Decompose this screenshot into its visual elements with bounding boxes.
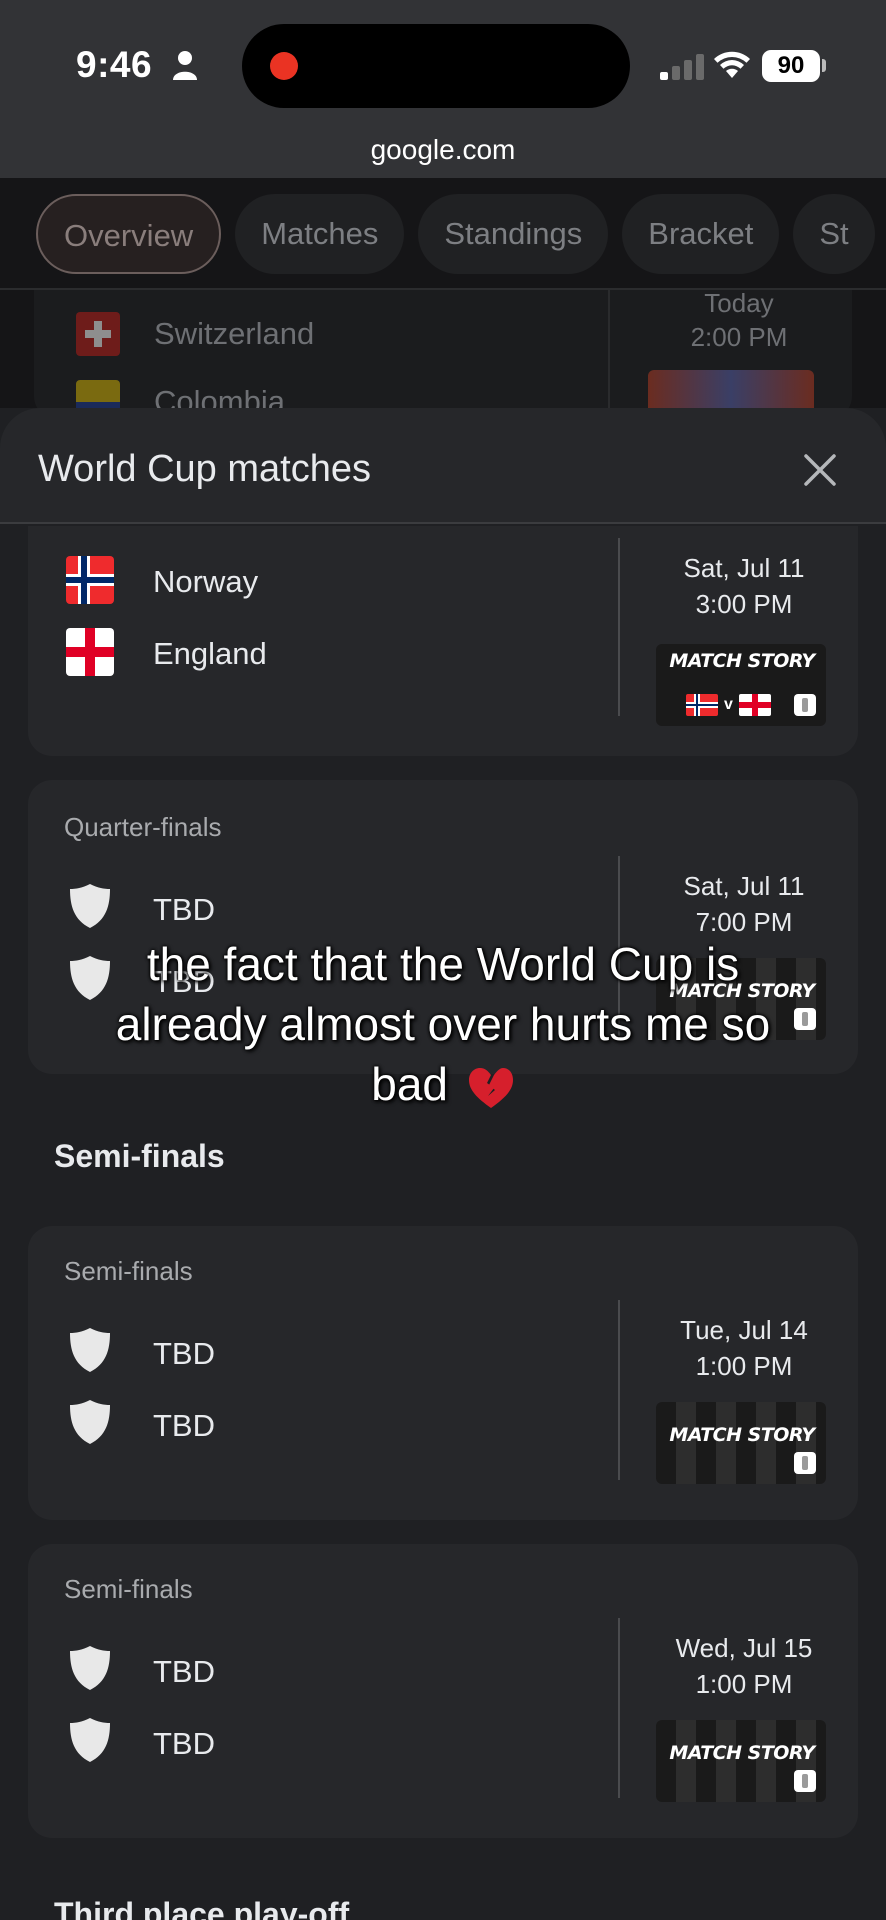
battery-nub: [822, 59, 826, 72]
match-story-thumbnail[interactable]: MATCH STORY v: [656, 644, 826, 726]
close-icon[interactable]: [800, 450, 840, 490]
round-label: Semi-finals: [64, 1256, 193, 1286]
tab-bracket[interactable]: Bracket: [622, 194, 780, 274]
round-label: Semi-finals: [64, 1574, 193, 1604]
norway-flag-icon: [66, 556, 114, 604]
match-time: 2:00 PM: [690, 322, 788, 352]
tab-overview[interactable]: Overview: [36, 194, 222, 274]
norway-flag-icon: [686, 694, 718, 716]
story-icon: [794, 1770, 816, 1792]
round-label: Quarter-finals: [64, 812, 222, 842]
shield-icon: [70, 1646, 110, 1690]
section-heading: Semi-finals: [54, 1138, 225, 1174]
switzerland-flag-icon: [76, 312, 120, 356]
dynamic-island: [242, 24, 630, 108]
tab-standings[interactable]: Standings: [418, 194, 609, 274]
clock: 9:46: [76, 44, 153, 85]
sheet-title: World Cup matches: [38, 448, 371, 490]
match-time: 1:00 PM: [695, 1351, 793, 1381]
story-icon: [794, 694, 816, 716]
matches-sheet: World Cup matches Norway England Sat, Ju…: [0, 408, 886, 1920]
story-icon: [794, 1452, 816, 1474]
match-story-label: MATCH STORY: [669, 1424, 815, 1446]
tab-matches[interactable]: Matches: [235, 194, 405, 274]
person-icon: [173, 51, 197, 80]
wifi-icon: [714, 51, 750, 78]
sheet-header: World Cup matches: [0, 408, 886, 524]
caption-text: the fact that the World Cup is already a…: [115, 938, 771, 1110]
section-heading: Third place play-off: [54, 1896, 350, 1920]
match-card[interactable]: Semi-finals TBD TBD Wed, Jul 15 1:00 PM …: [28, 1544, 858, 1838]
match-date: Wed, Jul 15: [675, 1633, 813, 1663]
battery-indicator: 90: [762, 50, 820, 82]
divider: [618, 538, 620, 716]
team-name: TBD: [153, 1726, 215, 1761]
team-name: England: [153, 636, 267, 671]
england-flag-icon: [66, 628, 114, 676]
match-story-thumbnail[interactable]: MATCH STORY: [656, 1720, 826, 1802]
tab-bar: Overview Matches Standings Bracket St: [0, 194, 875, 280]
team-name: Switzerland: [154, 316, 315, 351]
match-time: 3:00 PM: [695, 589, 793, 619]
match-date: Sat, Jul 11: [683, 553, 805, 583]
team-name: TBD: [153, 892, 215, 927]
match-date: Today: [704, 288, 774, 318]
recording-indicator-icon: [270, 52, 298, 80]
match-card[interactable]: Semi-finals TBD TBD Tue, Jul 14 1:00 PM …: [28, 1226, 858, 1520]
match-story-thumbnail[interactable]: MATCH STORY: [656, 1402, 826, 1484]
shield-icon: [70, 1718, 110, 1762]
match-date: Tue, Jul 14: [680, 1315, 808, 1345]
tab-stats[interactable]: St: [793, 194, 875, 274]
shield-icon: [70, 1400, 110, 1444]
match-date: Sat, Jul 11: [683, 871, 805, 901]
divider: [618, 1300, 620, 1480]
team-name: Norway: [153, 564, 259, 599]
shield-icon: [70, 884, 110, 928]
shield-icon: [70, 1328, 110, 1372]
match-card[interactable]: Norway England Sat, Jul 11 3:00 PM MATCH…: [28, 526, 858, 756]
divider: [608, 290, 610, 420]
shield-icon: [70, 956, 110, 1000]
status-bar: 9:46 90: [0, 0, 886, 130]
divider: [618, 1618, 620, 1798]
story-icon: [794, 1008, 816, 1030]
team-name: TBD: [153, 1654, 215, 1689]
match-time: 1:00 PM: [695, 1669, 793, 1699]
match-story-label: MATCH STORY: [669, 650, 815, 672]
versus-icon: v: [724, 696, 733, 713]
match-story-label: MATCH STORY: [669, 1742, 815, 1764]
broken-heart-icon: [468, 1067, 513, 1108]
background-match-card: Switzerland Colombia Today 2:00 PM: [34, 288, 852, 420]
england-flag-icon: [738, 694, 771, 716]
video-caption: the fact that the World Cup is already a…: [110, 934, 776, 1114]
background-page: Overview Matches Standings Bracket St Sw…: [0, 178, 886, 420]
cellular-signal-icon: [660, 54, 704, 80]
team-name: TBD: [153, 1336, 215, 1371]
url-bar[interactable]: google.com: [0, 130, 886, 178]
team-name: TBD: [153, 1408, 215, 1443]
url-text[interactable]: google.com: [0, 130, 886, 170]
match-flags: v: [686, 694, 771, 716]
